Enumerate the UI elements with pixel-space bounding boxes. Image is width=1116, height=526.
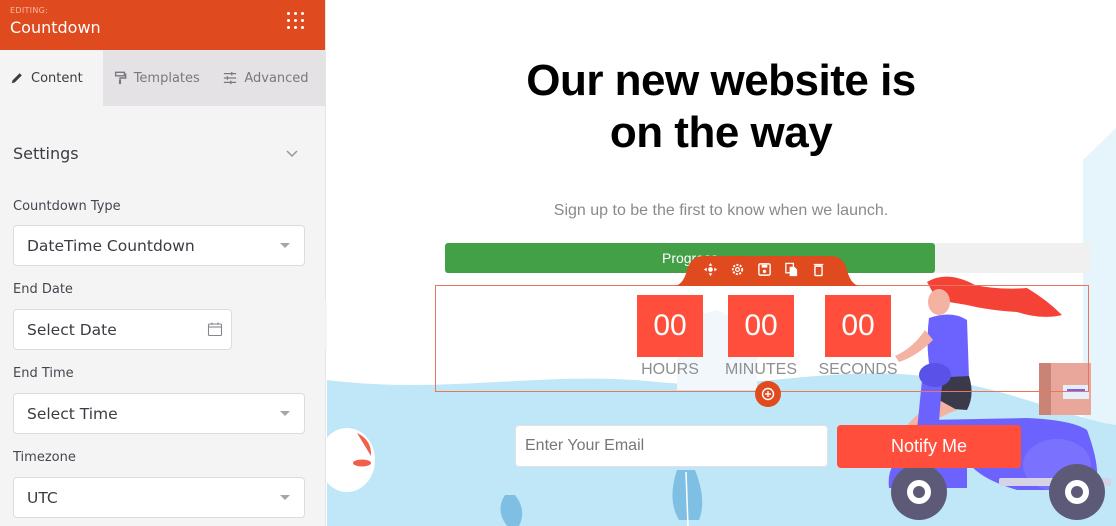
plus-circle-icon [761, 387, 775, 401]
countdown-hours: 00 [637, 295, 703, 357]
sliders-icon [224, 71, 237, 85]
add-module-button[interactable] [755, 381, 781, 407]
end-time-label: End Time [13, 366, 74, 381]
caret-down-icon [280, 411, 290, 416]
settings-section-title[interactable]: Settings [13, 144, 79, 163]
module-toolbar [673, 254, 861, 286]
hours-label: HOURS [641, 361, 699, 378]
tab-advanced[interactable]: Advanced [213, 50, 325, 106]
calendar-icon[interactable] [207, 321, 223, 337]
end-time-value: Select Time [27, 404, 118, 423]
tab-content-label: Content [31, 70, 83, 86]
editing-label: EDITING: [10, 6, 49, 15]
page-canvas: Our new website is on the way Sign up to… [327, 0, 1116, 526]
caret-down-icon [280, 495, 290, 500]
tab-templates-label: Templates [133, 70, 200, 86]
email-input[interactable] [515, 425, 828, 467]
pencil-icon [11, 73, 22, 84]
page-subheadline: Sign up to be the first to know when we … [553, 202, 889, 219]
minutes-value: 00 [728, 295, 794, 357]
tab-templates[interactable]: Templates [102, 50, 214, 106]
tab-content[interactable]: Content [0, 50, 103, 106]
minutes-label: MINUTES [725, 361, 797, 378]
timezone-label: Timezone [13, 450, 76, 465]
settings-icon[interactable] [730, 262, 745, 277]
module-title: Countdown [10, 18, 101, 37]
grid-dots-icon[interactable] [287, 12, 305, 30]
end-date-label: End Date [13, 282, 73, 297]
countdown-type-label: Countdown Type [13, 199, 121, 214]
save-icon[interactable] [757, 262, 772, 277]
chevron-down-icon[interactable] [284, 147, 300, 161]
hours-value: 00 [637, 295, 703, 357]
end-date-placeholder: Select Date [27, 320, 117, 339]
panel-tabs: Content Templates Advanced [0, 50, 325, 106]
countdown-minutes: 00 [728, 295, 794, 357]
caret-down-icon [280, 243, 290, 248]
timezone-select[interactable]: UTC [13, 477, 305, 518]
page-headline: Our new website is on the way [526, 56, 916, 157]
seconds-value: 00 [825, 295, 891, 357]
timezone-value: UTC [27, 488, 58, 507]
countdown-type-select[interactable]: DateTime Countdown [13, 225, 305, 266]
seconds-label: SECONDS [818, 361, 898, 378]
panel-header: EDITING: Countdown [0, 0, 325, 50]
notify-me-button[interactable]: Notify Me [837, 425, 1021, 468]
settings-panel: EDITING: Countdown Content Templates Adv… [0, 0, 326, 526]
tab-advanced-label: Advanced [244, 70, 309, 86]
move-icon[interactable] [703, 262, 718, 277]
paint-roller-icon [114, 71, 127, 85]
duplicate-icon[interactable] [784, 262, 799, 277]
countdown-seconds: 00 [825, 295, 891, 357]
end-time-select[interactable]: Select Time [13, 393, 305, 434]
end-date-input[interactable]: Select Date [13, 309, 232, 350]
delete-icon[interactable] [811, 262, 826, 277]
countdown-type-value: DateTime Countdown [27, 236, 195, 255]
